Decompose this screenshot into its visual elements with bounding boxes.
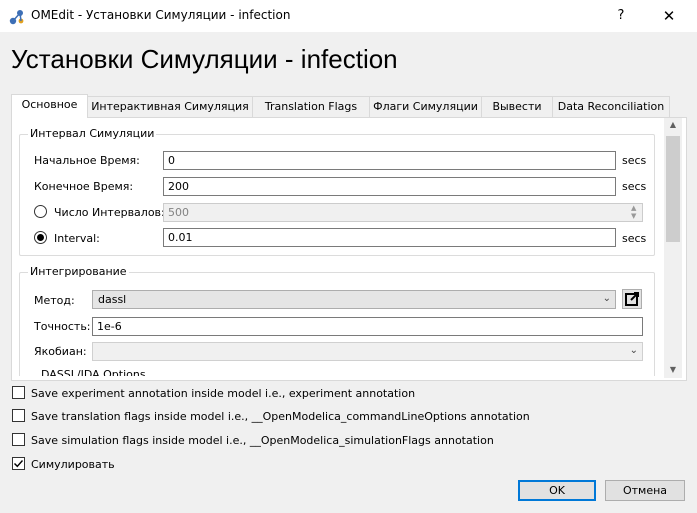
interval-unit: secs	[622, 232, 647, 245]
number-of-intervals-label: Число Интервалов:	[54, 206, 165, 219]
start-time-label: Начальное Время:	[34, 154, 140, 167]
save-experiment-annotation-checkbox[interactable]	[12, 386, 25, 399]
tab-data-reconciliation[interactable]: Data Reconciliation	[552, 96, 670, 117]
page-title: Установки Симуляции - infection	[11, 44, 398, 74]
stop-time-unit: secs	[622, 180, 647, 193]
start-time-unit: secs	[622, 154, 647, 167]
start-time-input[interactable]: 0	[163, 151, 616, 170]
interval-radio[interactable]	[34, 231, 47, 244]
scroll-down-icon[interactable]: ▼	[664, 365, 682, 374]
save-experiment-annotation-label: Save experiment annotation inside model …	[31, 387, 416, 400]
checkmark-icon	[14, 460, 24, 468]
spinbox-arrows-icon: ▲ ▼	[631, 204, 637, 220]
chevron-down-icon: ⌄	[602, 293, 611, 304]
close-button[interactable]: ✕	[655, 4, 683, 28]
save-translation-flags-checkbox[interactable]	[12, 409, 25, 422]
interval-label: Interval:	[54, 232, 100, 245]
number-of-intervals-radio[interactable]	[34, 205, 47, 218]
stop-time-label: Конечное Время:	[34, 180, 134, 193]
method-value: dassl	[98, 293, 127, 306]
jacobian-select[interactable]: ⌄	[92, 342, 643, 361]
tab-interactive-simulation[interactable]: Интерактивная Симуляция	[87, 96, 253, 117]
open-external-button[interactable]	[622, 289, 642, 309]
tab-simulation-flags[interactable]: Флаги Симуляции	[369, 96, 482, 117]
window-title: OMEdit - Установки Симуляции - infection	[31, 8, 291, 22]
tab-translation-flags[interactable]: Translation Flags	[252, 96, 370, 117]
scrollbar-thumb[interactable]	[666, 136, 680, 242]
simulate-label: Симулировать	[31, 458, 115, 471]
save-simulation-flags-label: Save simulation flags inside model i.e.,…	[31, 434, 494, 447]
method-select[interactable]: dassl ⌄	[92, 290, 616, 309]
omedit-logo-icon	[9, 10, 24, 25]
jacobian-label: Якобиан:	[34, 345, 87, 358]
interval-input[interactable]: 0.01	[163, 228, 616, 247]
save-translation-flags-label: Save translation flags inside model i.e.…	[31, 410, 530, 423]
simulation-interval-title: Интервал Симуляции	[28, 127, 157, 140]
number-of-intervals-spinbox[interactable]: 500	[163, 203, 643, 222]
simulate-checkbox[interactable]	[12, 457, 25, 470]
general-scroll-area: Интервал Симуляции Начальное Время: 0 se…	[19, 120, 663, 376]
integration-title: Интегрирование	[28, 265, 129, 278]
stop-time-input[interactable]: 200	[163, 177, 616, 196]
chevron-down-icon: ⌄	[629, 345, 638, 356]
tab-general[interactable]: Основное	[11, 94, 88, 118]
tab-output[interactable]: Вывести	[481, 96, 553, 117]
ok-button[interactable]: OK	[518, 480, 596, 501]
help-button[interactable]: ?	[609, 4, 633, 28]
tolerance-input[interactable]: 1e-6	[92, 317, 643, 336]
scroll-up-icon[interactable]: ▲	[664, 120, 682, 129]
dassl-options-title: DASSL/IDA Options	[41, 368, 146, 376]
method-label: Метод:	[34, 294, 75, 307]
save-simulation-flags-checkbox[interactable]	[12, 433, 25, 446]
open-external-icon	[625, 292, 639, 306]
tolerance-label: Точность:	[34, 320, 91, 333]
cancel-button[interactable]: Отмена	[605, 480, 685, 501]
